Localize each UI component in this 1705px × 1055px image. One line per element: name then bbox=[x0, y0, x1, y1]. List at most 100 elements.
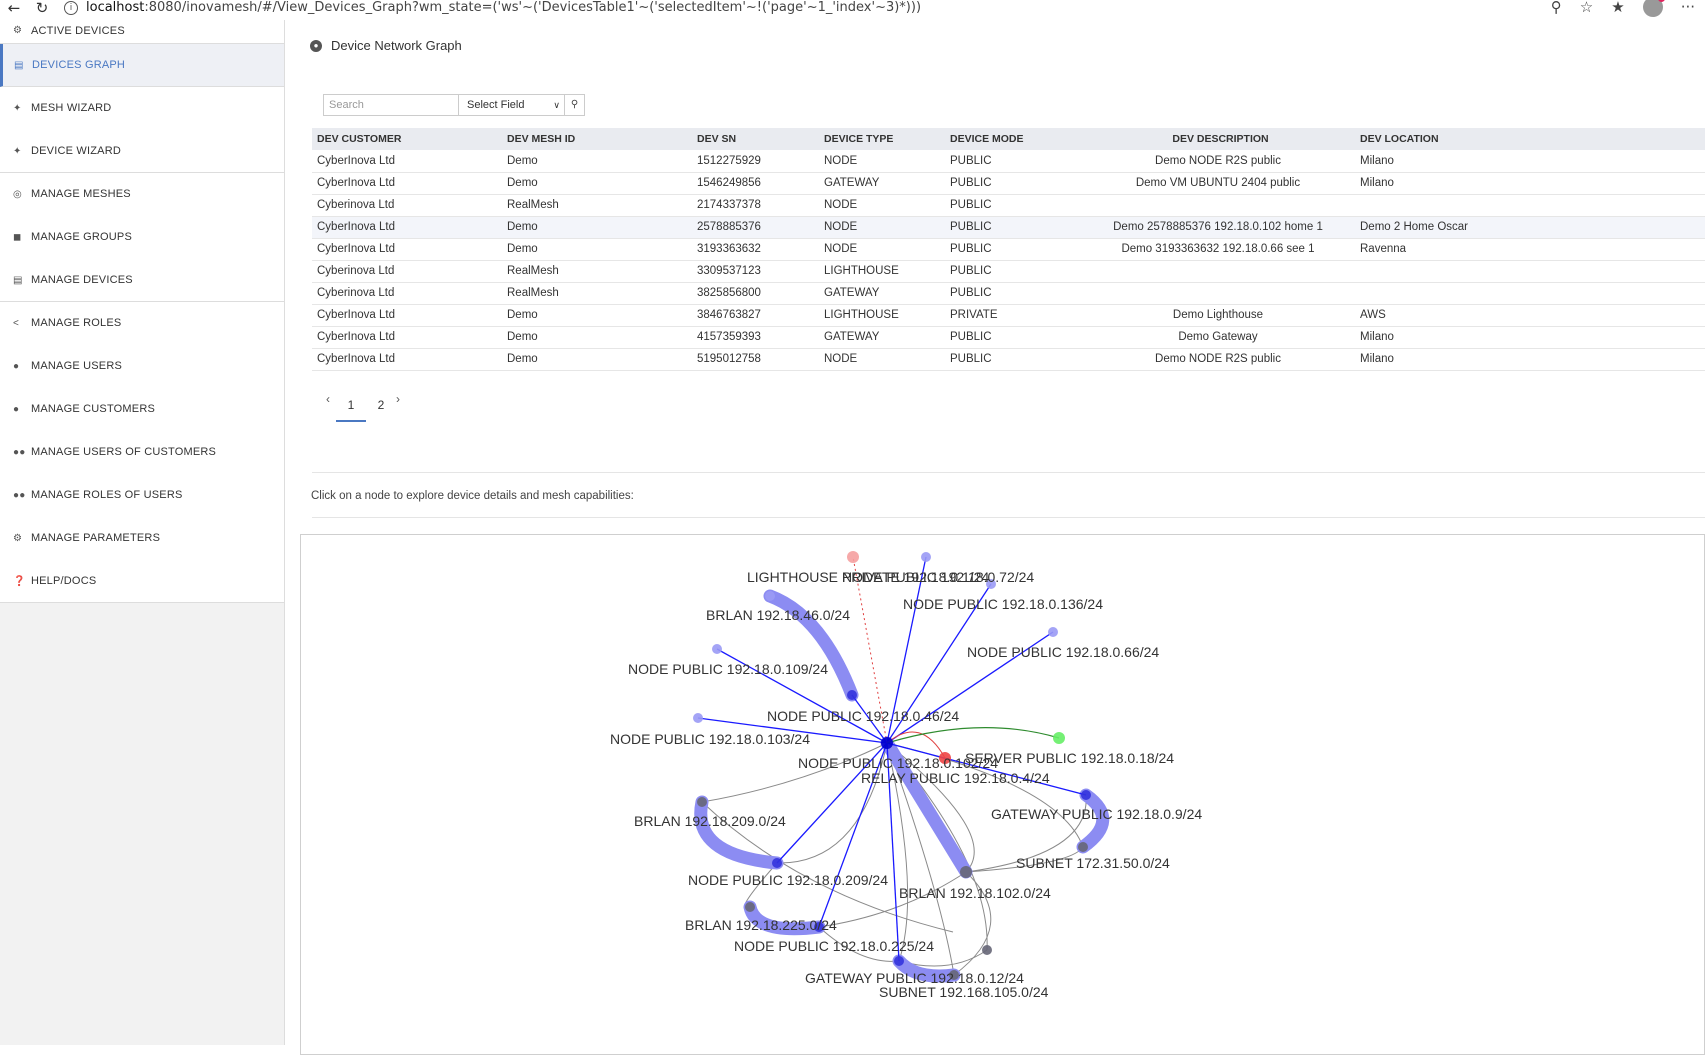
graph-node[interactable] bbox=[894, 956, 904, 966]
graph-node-label[interactable]: NODE PUBLIC 192.18.0.66/24 bbox=[967, 644, 1159, 660]
sidebar-item-devices-graph[interactable]: ▤ DEVICES GRAPH bbox=[0, 44, 284, 87]
graph-node-label[interactable]: NODE PUBLIC 192.18.0.103/24 bbox=[610, 731, 810, 747]
table-cell: RealMesh bbox=[502, 282, 692, 305]
table-header: DEV CUSTOMER DEV MESH ID DEV SN DEVICE T… bbox=[312, 128, 1705, 150]
table-cell bbox=[1081, 260, 1355, 283]
graph-node-label[interactable]: BRLAN 192.18.46.0/24 bbox=[706, 607, 850, 623]
user-icon: ● bbox=[13, 360, 20, 372]
graph-node[interactable] bbox=[847, 551, 859, 563]
table-cell: Demo Gateway bbox=[1081, 326, 1355, 349]
graph-node[interactable] bbox=[1078, 842, 1088, 852]
graph-node-label[interactable]: RELAY PUBLIC 192.18.0.4/24 bbox=[861, 770, 1050, 786]
graph-node-label[interactable]: NODE PUBLIC 192.18.0.109/24 bbox=[628, 661, 828, 677]
graph-node[interactable] bbox=[921, 552, 931, 562]
column-header[interactable]: DEV CUSTOMER bbox=[312, 128, 502, 150]
graph-node-label[interactable]: NODE PUBLIC 192.18.0.209/24 bbox=[688, 872, 888, 888]
sidebar-item-help-docs[interactable]: ❓ HELP/DOCS bbox=[0, 560, 284, 603]
graph-node[interactable] bbox=[697, 797, 707, 807]
sidebar-item-manage-groups[interactable]: ◼ MANAGE GROUPS bbox=[0, 216, 284, 259]
column-header[interactable]: DEV LOCATION bbox=[1355, 128, 1705, 150]
table-cell: PUBLIC bbox=[945, 326, 1081, 349]
sidebar-item-manage-devices[interactable]: ▤ MANAGE DEVICES bbox=[0, 259, 284, 302]
graph-node[interactable] bbox=[693, 713, 703, 723]
back-arrow-icon[interactable]: ← bbox=[0, 0, 28, 17]
network-graph-canvas[interactable]: LIGHTHOUSE PRIVATE 192.18.0.1/24NODE PUB… bbox=[301, 535, 1705, 1055]
select-field-dropdown[interactable]: Select Field ∨ bbox=[459, 94, 565, 116]
table-row[interactable]: Cyberinova Ltd RealMesh 2174337378 NODE PUBL… bbox=[312, 194, 1705, 217]
graph-node-label[interactable]: GATEWAY PUBLIC 192.18.0.9/24 bbox=[991, 806, 1202, 822]
sidebar-item-manage-customers[interactable]: ● MANAGE CUSTOMERS bbox=[0, 388, 284, 431]
table-row[interactable]: CyberInova Ltd Demo 3193363632 NODE PUBLIC De… bbox=[312, 238, 1705, 261]
graph-node-label[interactable]: SUBNET 172.31.50.0/24 bbox=[1016, 855, 1170, 871]
table-row[interactable]: CyberInova Ltd Demo 1512275929 NODE PUBLIC De… bbox=[312, 150, 1705, 173]
search-button[interactable]: ⚲ bbox=[565, 94, 585, 116]
graph-node[interactable] bbox=[1048, 627, 1058, 637]
more-icon[interactable]: ··· bbox=[1681, 0, 1695, 16]
network-graph[interactable]: LIGHTHOUSE PRIVATE 192.18.0.1/24 NODE PUB… bbox=[300, 534, 1705, 1055]
star-icon[interactable]: ☆ bbox=[1580, 0, 1593, 16]
table-row[interactable]: Cyberinova Ltd RealMesh 3825856800 GATEWAY P… bbox=[312, 282, 1705, 305]
address-bar[interactable]: localhost:8080/inovamesh/#/View_Devices_… bbox=[86, 0, 921, 15]
reload-icon[interactable]: ↻ bbox=[28, 0, 56, 17]
table-row[interactable]: CyberInova Ltd Demo 3846763827 LIGHTHOUSE PR… bbox=[312, 304, 1705, 327]
graph-node[interactable] bbox=[982, 945, 992, 955]
table-cell: PUBLIC bbox=[945, 260, 1081, 283]
column-header[interactable]: DEVICE TYPE bbox=[819, 128, 945, 150]
sidebar-item-manage-users[interactable]: ● MANAGE USERS bbox=[0, 345, 284, 388]
graph-node-label[interactable]: NODE PUBLIC 192.18.0.72/24 bbox=[842, 569, 1034, 585]
table-row[interactable]: CyberInova Ltd Demo 1546249856 GATEWAY PUBLI… bbox=[312, 172, 1705, 195]
table-row[interactable]: CyberInova Ltd Demo 4157359393 GATEWAY PUBLI… bbox=[312, 326, 1705, 349]
graph-node-label[interactable]: BRLAN 192.18.225.0/24 bbox=[685, 917, 837, 933]
graph-node[interactable] bbox=[712, 644, 722, 654]
key-icon[interactable]: ⚲ bbox=[1551, 0, 1562, 16]
graph-node[interactable] bbox=[960, 866, 972, 878]
table-cell: 2578885376 bbox=[692, 216, 819, 239]
graph-node-label[interactable]: NODE PUBLIC 192.18.0.136/24 bbox=[903, 596, 1103, 612]
page-button-1[interactable]: 1 bbox=[336, 398, 366, 422]
sidebar-item-active-devices[interactable]: ⚙ ACTIVE DEVICES bbox=[0, 20, 284, 44]
graph-node-label[interactable]: NODE PUBLIC 192.18.0.46/24 bbox=[767, 708, 959, 724]
sidebar-item-manage-roles[interactable]: < MANAGE ROLES bbox=[0, 302, 284, 345]
column-header[interactable]: DEV MESH ID bbox=[502, 128, 692, 150]
graph-node[interactable] bbox=[1081, 790, 1091, 800]
column-header[interactable]: DEVICE MODE bbox=[945, 128, 1081, 150]
active-devices-icon: ⚙ bbox=[13, 25, 23, 36]
table-cell bbox=[1355, 282, 1705, 305]
favorites-icon[interactable]: ★ bbox=[1611, 0, 1624, 16]
graph-node-label[interactable]: NODE PUBLIC 192.18.0.225/24 bbox=[734, 938, 934, 954]
page-button-2[interactable]: 2 bbox=[366, 398, 396, 420]
graph-node-label[interactable]: SERVER PUBLIC 192.18.0.18/24 bbox=[965, 750, 1174, 766]
graph-node[interactable] bbox=[847, 690, 857, 700]
column-header[interactable]: DEV SN bbox=[692, 128, 819, 150]
sidebar-item-manage-users-of-customers[interactable]: ●● MANAGE USERS OF CUSTOMERS bbox=[0, 431, 284, 474]
table-row[interactable]: Cyberinova Ltd RealMesh 3309537123 LIGHTHOU… bbox=[312, 260, 1705, 283]
sidebar-item-manage-roles-of-users[interactable]: ●● MANAGE ROLES OF USERS bbox=[0, 474, 284, 517]
graph-node[interactable] bbox=[881, 737, 893, 749]
graph-node[interactable] bbox=[1053, 732, 1065, 744]
graph-node[interactable] bbox=[765, 591, 775, 601]
gear-icon: ⚙ bbox=[13, 532, 23, 544]
table-row[interactable]: CyberInova Ltd Demo 2578885376 NODE PUBLIC De… bbox=[312, 216, 1705, 239]
profile-avatar[interactable] bbox=[1642, 0, 1665, 17]
browser-toolbar: ← ↻ i localhost:8080/inovamesh/#/View_De… bbox=[0, 0, 1705, 20]
column-header[interactable]: DEV DESCRIPTION bbox=[1081, 128, 1355, 150]
sidebar-item-mesh-wizard[interactable]: ✦ MESH WIZARD bbox=[0, 87, 284, 130]
search-input[interactable] bbox=[323, 94, 459, 116]
sidebar-item-device-wizard[interactable]: ✦ DEVICE WIZARD bbox=[0, 130, 284, 173]
sidebar-item-label: MANAGE DEVICES bbox=[31, 274, 133, 286]
table-cell bbox=[1081, 282, 1355, 305]
table-row[interactable]: CyberInova Ltd Demo 5195012758 NODE PUBLIC De… bbox=[312, 348, 1705, 371]
table-cell: Demo bbox=[502, 216, 692, 239]
graph-node[interactable] bbox=[745, 902, 755, 912]
graph-node-label[interactable]: BRLAN 192.18.102.0/24 bbox=[899, 885, 1051, 901]
globe-icon: ◎ bbox=[13, 188, 22, 200]
graph-node[interactable] bbox=[772, 858, 782, 868]
graph-node-label[interactable]: BRLAN 192.18.209.0/24 bbox=[634, 813, 786, 829]
site-info-icon[interactable]: i bbox=[64, 1, 78, 15]
table-cell: Demo VM UBUNTU 2404 public bbox=[1081, 172, 1355, 195]
chevron-right-icon[interactable]: › bbox=[396, 392, 406, 406]
chevron-left-icon[interactable]: ‹ bbox=[326, 392, 336, 406]
graph-node-label[interactable]: SUBNET 192.168.105.0/24 bbox=[879, 984, 1049, 1000]
sidebar-item-manage-meshes[interactable]: ◎ MANAGE MESHES bbox=[0, 173, 284, 216]
sidebar-item-manage-parameters[interactable]: ⚙ MANAGE PARAMETERS bbox=[0, 517, 284, 560]
